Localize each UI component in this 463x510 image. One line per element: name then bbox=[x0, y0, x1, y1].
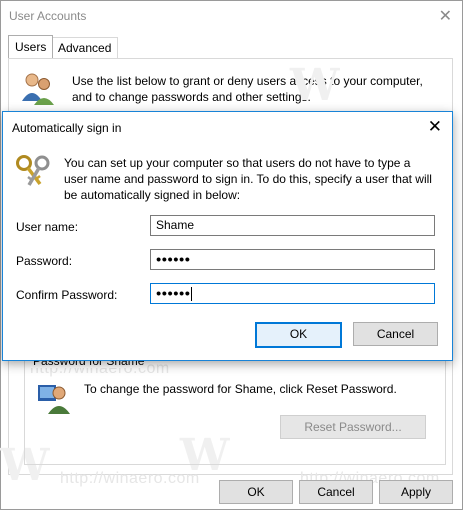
close-icon[interactable]: ✕ bbox=[439, 6, 452, 26]
close-icon[interactable]: ✕ bbox=[428, 117, 442, 137]
cancel-button[interactable]: Cancel bbox=[299, 480, 373, 504]
tab-advanced[interactable]: Advanced bbox=[51, 37, 119, 58]
confirm-password-field[interactable]: •••••• bbox=[150, 283, 435, 304]
username-label: User name: bbox=[16, 220, 79, 234]
dialog-title: Automatically sign in bbox=[12, 121, 122, 135]
tab-users[interactable]: Users bbox=[8, 35, 54, 58]
users-icon bbox=[18, 71, 58, 110]
username-field[interactable]: Shame bbox=[150, 215, 435, 236]
user-password-icon bbox=[37, 381, 71, 418]
ok-button[interactable]: OK bbox=[219, 480, 293, 504]
password-group-text: To change the password for Shame, click … bbox=[84, 382, 397, 396]
text-caret bbox=[190, 286, 192, 301]
dialog-cancel-button[interactable]: Cancel bbox=[353, 322, 438, 346]
intro-text: Use the list below to grant or deny user… bbox=[72, 74, 423, 104]
window-title: User Accounts bbox=[9, 9, 87, 23]
title-bar: User Accounts ✕ bbox=[1, 1, 462, 32]
confirm-password-label: Confirm Password: bbox=[16, 288, 118, 302]
apply-button[interactable]: Apply bbox=[379, 480, 453, 504]
confirm-password-value: •••••• bbox=[156, 285, 191, 303]
password-group-box bbox=[24, 360, 446, 465]
password-field[interactable]: •••••• bbox=[150, 249, 435, 270]
reset-password-button[interactable]: Reset Password... bbox=[280, 415, 426, 439]
password-label: Password: bbox=[16, 254, 73, 268]
dialog-ok-button[interactable]: OK bbox=[255, 322, 342, 348]
watermark-text: http://winaero.com bbox=[60, 470, 200, 487]
keys-icon bbox=[15, 154, 53, 191]
dialog-description: You can set up your computer so that use… bbox=[64, 156, 432, 202]
auto-sign-in-dialog: Automatically sign in ✕ You can set up y… bbox=[2, 111, 453, 361]
watermark-logo: W bbox=[290, 60, 340, 111]
password-value: •••••• bbox=[156, 251, 191, 269]
username-value: Shame bbox=[156, 218, 195, 232]
